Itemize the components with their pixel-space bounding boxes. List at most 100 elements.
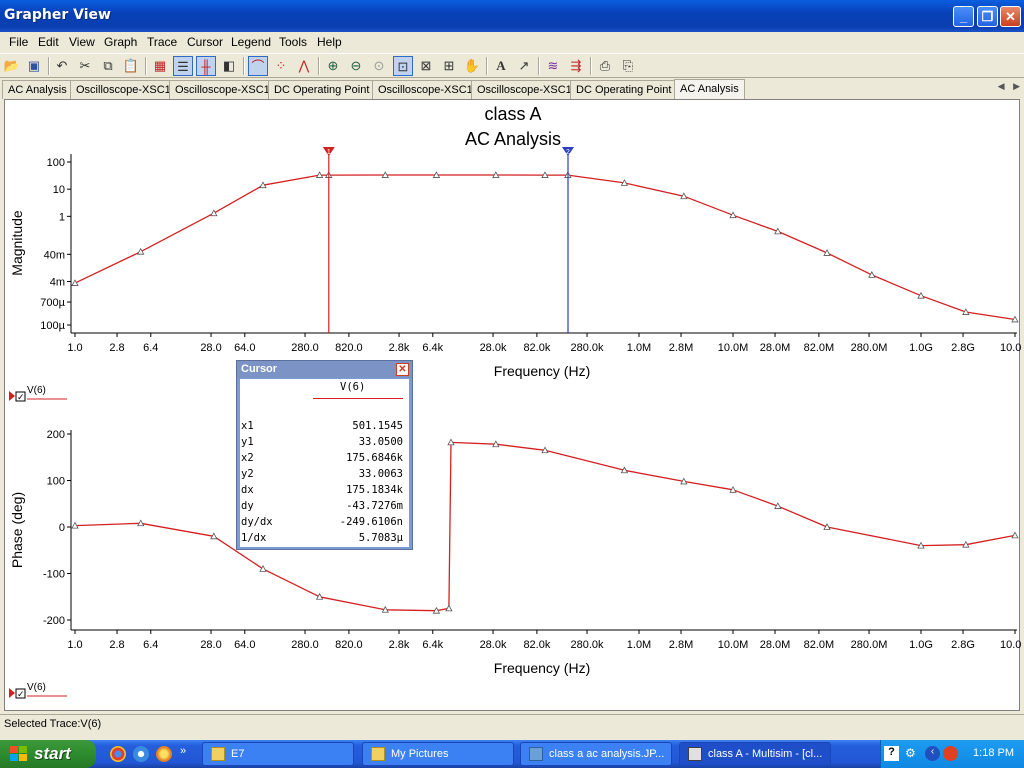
reverse-colors-icon[interactable]: ◧ — [219, 56, 239, 76]
tab-dc-operating-point-1[interactable]: DC Operating Point — [268, 80, 376, 99]
pointer-icon[interactable]: ↗ — [514, 56, 534, 76]
clock: 1:18 PM — [973, 747, 1014, 759]
phase-xtick-label-15: 28.0M — [760, 639, 791, 651]
cursor-window-titlebar[interactable]: Cursor ✕ — [237, 361, 412, 378]
tab-oscilloscope-3[interactable]: Oscilloscope-XSC1 — [372, 80, 479, 99]
legend-marker-icon-2 — [9, 688, 15, 698]
phase-xtick-label-0: 1.0 — [67, 639, 82, 651]
menu-edit[interactable]: Edit — [38, 32, 59, 49]
points-icon[interactable]: ⁘ — [271, 56, 291, 76]
tab-nav: ◀ ▶ — [998, 81, 1020, 92]
tab-oscilloscope-1[interactable]: Oscilloscope-XSC1 — [70, 80, 177, 99]
magnitude-xtick-label-8: 6.4k — [422, 342, 443, 354]
plot-area[interactable]: class A AC Analysis Magnitude 100 10 1 40m 4… — [4, 99, 1021, 712]
overlay-traces-icon[interactable]: ≋ — [543, 56, 563, 76]
menu-view[interactable]: View — [69, 32, 95, 49]
magnitude-xtick-label-9: 28.0k — [480, 342, 507, 354]
zoom-y-icon[interactable]: ⊞ — [439, 56, 459, 76]
zoom-in-icon[interactable]: ⊕ — [323, 56, 343, 76]
grid-icon[interactable]: ▦ — [150, 56, 170, 76]
security-tray-icon[interactable] — [943, 746, 958, 761]
windows-flag-icon — [10, 746, 27, 761]
magnitude-xtick-label-13: 2.8M — [669, 342, 693, 354]
cursor-window-close-icon[interactable]: ✕ — [396, 363, 409, 376]
legend-icon[interactable]: ☰ — [173, 56, 193, 76]
menu-file[interactable]: File — [9, 32, 28, 49]
phase-trace[interactable] — [71, 438, 1019, 614]
task-my-pictures[interactable]: My Pictures — [362, 742, 514, 766]
pictures-folder-icon — [371, 747, 385, 761]
task-e7[interactable]: E7 — [202, 742, 354, 766]
back-tray-icon[interactable]: ‹ — [925, 746, 940, 761]
menu-graph[interactable]: Graph — [104, 32, 137, 49]
cursor-row-y1: y1 33.0500 — [241, 436, 403, 448]
export-icon[interactable]: ⇶ — [566, 56, 586, 76]
tab-oscilloscope-2[interactable]: Oscilloscope-XSC1 — [169, 80, 276, 99]
paste-icon[interactable]: 📋 — [121, 56, 141, 76]
phase-legend[interactable]: ✓ V(6) — [9, 682, 67, 699]
start-button[interactable]: start — [0, 740, 96, 768]
task-multisim[interactable]: class A - Multisim - [cl... — [679, 742, 831, 766]
menu-cursor[interactable]: Cursor — [187, 32, 223, 49]
quicklaunch-more-icon[interactable]: » — [180, 745, 186, 757]
restore-button[interactable]: ❐ — [977, 6, 998, 27]
help-tray-icon[interactable]: ? — [884, 746, 899, 761]
cursor-window[interactable]: Cursor ✕ V(6) x1 501.1545 y1 33.0500 x2 175… — [236, 360, 413, 550]
print-preview-icon[interactable]: ⎘ — [618, 56, 638, 76]
tab-ac-analysis-1[interactable]: AC Analysis — [2, 80, 73, 99]
task-image-viewer[interactable]: class a ac analysis.JP... — [520, 742, 672, 766]
settings-tray-icon[interactable]: ⚙ — [905, 746, 920, 761]
phase-xtick-label-1: 2.8 — [109, 639, 124, 651]
undo-icon[interactable]: ↶ — [52, 56, 72, 76]
tab-ac-analysis-active[interactable]: AC Analysis — [674, 79, 745, 99]
cursor-row-y2: y2 33.0063 — [241, 468, 403, 480]
phase-ytick-label-0: 200 — [47, 429, 65, 441]
legend-label-2: V(6) — [27, 682, 46, 693]
multisim-icon — [688, 747, 702, 761]
magnitude-legend[interactable]: ✓ V(6) — [9, 385, 67, 402]
lines-icon[interactable]: ⌒ — [248, 56, 268, 76]
cursor-row-x2: x2 175.6846k — [241, 452, 403, 464]
cursors-icon[interactable]: ╫ — [196, 56, 216, 76]
tab-oscilloscope-4[interactable]: Oscilloscope-XSC1 — [471, 80, 578, 99]
zoom-area-icon[interactable]: ⊡ — [393, 56, 413, 76]
tab-scroll-right-icon[interactable]: ▶ — [1013, 81, 1020, 91]
menu-legend[interactable]: Legend — [231, 32, 271, 49]
close-button[interactable]: ✕ — [1000, 6, 1021, 27]
menu-help[interactable]: Help — [317, 32, 342, 49]
text-icon[interactable]: A — [491, 56, 511, 76]
copy-icon[interactable]: ⧉ — [98, 56, 118, 76]
open-icon[interactable]: 📂 — [2, 56, 22, 76]
phase-xtick-label-11: 280.0k — [571, 639, 605, 651]
print-icon[interactable]: ⎙ — [595, 56, 615, 76]
magnitude-xtick-label-2: 6.4 — [143, 342, 158, 354]
magnitude-xtick-label-20: 10.0G — [1000, 342, 1021, 354]
magnitude-trace[interactable] — [71, 171, 1019, 323]
magnitude-ytick-label-0: 100 — [47, 157, 65, 169]
grapher-window: Grapher View _ ❐ ✕ File Edit View Graph … — [0, 0, 1024, 740]
magnitude-x-ticks: 1.0 2.8 6.4 28.0 64.0 280.0 820.0 2.8k 6.4k 28.0k… — [67, 333, 1021, 354]
tab-strip: AC Analysis Oscilloscope-XSC1 Oscillosco… — [0, 79, 1024, 99]
chrome-icon[interactable] — [110, 746, 126, 762]
internet-explorer-icon[interactable] — [133, 746, 149, 762]
pan-icon[interactable]: ✋ — [462, 56, 482, 76]
title-bar[interactable]: Grapher View _ ❐ ✕ — [0, 0, 1024, 32]
tab-scroll-left-icon[interactable]: ◀ — [998, 81, 1005, 91]
zoom-out-icon[interactable]: ⊖ — [346, 56, 366, 76]
lines-points-icon[interactable]: ⋀ — [294, 56, 314, 76]
tab-dc-operating-point-2[interactable]: DC Operating Point — [570, 80, 678, 99]
zoom-full-icon[interactable]: ⊙ — [369, 56, 389, 76]
save-icon[interactable]: ▣ — [24, 56, 44, 76]
phase-xtick-label-8: 6.4k — [422, 639, 443, 651]
magnitude-xlabel: Frequency (Hz) — [494, 363, 590, 379]
magnitude-point-2 — [210, 209, 218, 217]
graphs-svg[interactable]: class A AC Analysis Magnitude 10010140m4… — [5, 100, 1021, 712]
phase-xtick-label-5: 280.0 — [291, 639, 319, 651]
cut-icon[interactable]: ✂ — [75, 56, 95, 76]
menu-trace[interactable]: Trace — [147, 32, 177, 49]
menu-tools[interactable]: Tools — [279, 32, 307, 49]
firefox-icon[interactable] — [156, 746, 172, 762]
minimize-button[interactable]: _ — [953, 6, 974, 27]
zoom-x-icon[interactable]: ⊠ — [416, 56, 436, 76]
phase-xlabel: Frequency (Hz) — [494, 660, 590, 676]
